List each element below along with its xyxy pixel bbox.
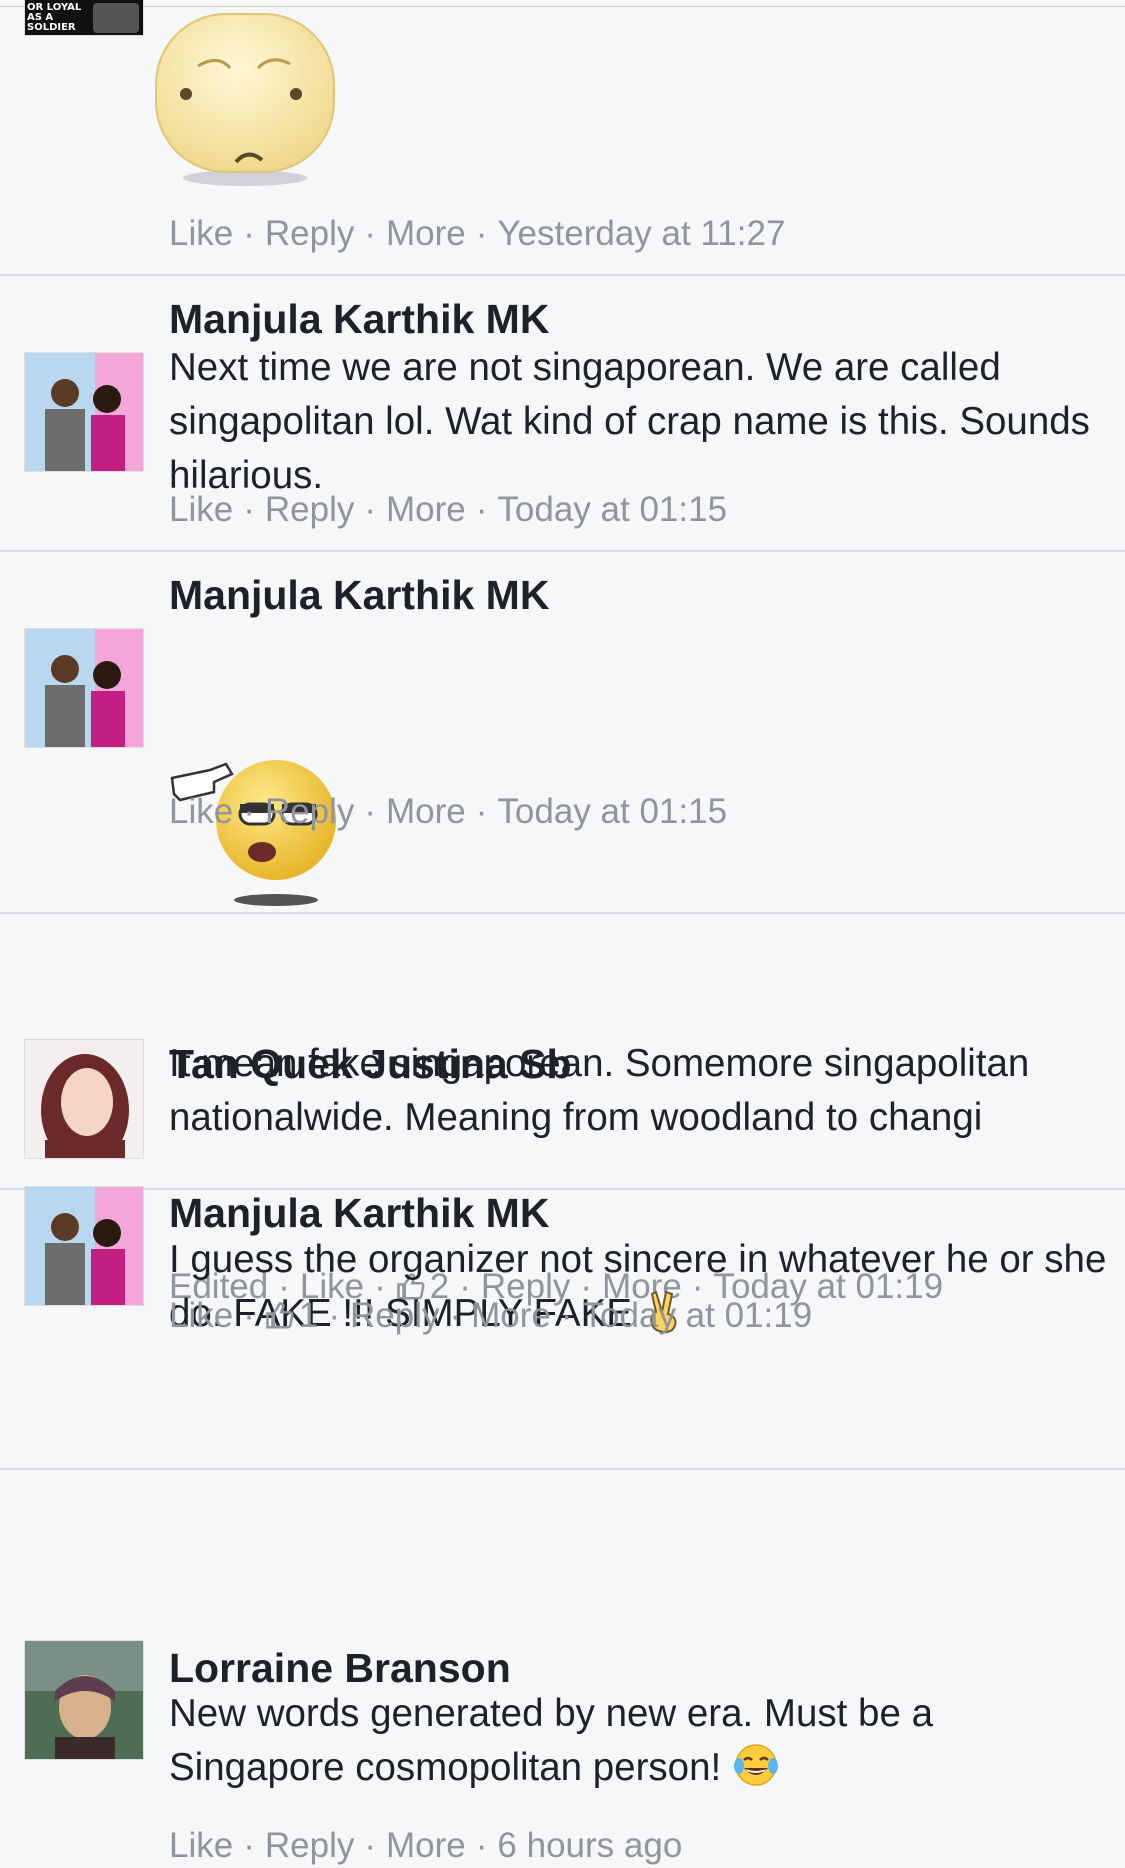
timestamp-link[interactable]: Today at 01:15 — [497, 792, 727, 831]
timestamp-link[interactable]: Today at 01:15 — [497, 490, 727, 529]
thumbs-up-icon — [266, 1302, 294, 1329]
timestamp-link[interactable]: Today at 01:19 — [583, 1296, 813, 1335]
tears-of-joy-emoji — [734, 1744, 779, 1786]
more-link[interactable]: More — [386, 1826, 466, 1865]
commenter-name[interactable]: Manjula Karthik MK — [169, 1188, 549, 1238]
more-link[interactable]: More — [386, 214, 466, 253]
reply-link[interactable]: Reply — [265, 214, 354, 253]
reply-link[interactable]: Reply — [265, 490, 354, 529]
comment-actions: Like · Reply · More · Yesterday at 11:27 — [169, 214, 786, 253]
commenter-name[interactable]: Lorraine Branson — [169, 1643, 511, 1693]
comment-item: Tan Quek Justina Sb It mean fake singapo… — [0, 914, 1125, 1190]
avatar-photo — [25, 353, 143, 471]
comment-text: Next time we are not singaporean. We are… — [169, 346, 1090, 497]
comment-actions: Like · Reply · More · 6 hours ago — [169, 1826, 683, 1865]
like-count[interactable]: 1 — [265, 1296, 318, 1335]
comment-item: Manjula Karthik MK I guess the organizer… — [0, 1186, 1125, 1470]
avatar[interactable]: OR LOYAL AS A SOLDIER — [24, 0, 144, 36]
avatar[interactable] — [24, 1186, 144, 1306]
comment-item: Manjula Karthik MK Next time we are not … — [0, 276, 1125, 552]
timestamp-link[interactable]: 6 hours ago — [497, 1826, 682, 1865]
comment-text: New words generated by new era. Must be … — [169, 1687, 1111, 1795]
reply-link[interactable]: Reply — [265, 792, 354, 831]
comment-text-content: New words generated by new era. Must be … — [169, 1692, 933, 1789]
avatar-photo — [25, 1187, 143, 1305]
avatar[interactable] — [24, 1640, 144, 1760]
like-count-value: 1 — [298, 1296, 319, 1335]
comment-item: Manjula Karthik MK Like · Reply · More · Today… — [0, 552, 1125, 914]
commenter-name[interactable]: Manjula Karthik MK — [169, 570, 549, 620]
avatar[interactable] — [24, 1039, 144, 1159]
avatar-photo — [25, 1641, 143, 1759]
comment-actions: Like · Reply · More · Today at 01:15 — [169, 490, 728, 529]
commenter-name[interactable]: Manjula Karthik MK — [169, 294, 549, 344]
more-link[interactable]: More — [386, 792, 466, 831]
reply-link[interactable]: Reply — [350, 1296, 439, 1335]
comment-text: It mean fake singaporean. Somemore singa… — [169, 1042, 1030, 1139]
avatar[interactable] — [24, 628, 144, 748]
like-link[interactable]: Like — [169, 1296, 233, 1335]
like-link[interactable]: Like — [169, 490, 233, 529]
like-link[interactable]: Like — [169, 214, 233, 253]
avatar-photo — [25, 629, 143, 747]
avatar[interactable] — [24, 352, 144, 472]
comment-item: OR LOYAL AS A SOLDIER Like · Reply · More · Ye… — [0, 0, 1125, 276]
like-link[interactable]: Like — [169, 792, 233, 831]
avatar-caption: OR LOYAL AS A SOLDIER — [27, 2, 82, 33]
more-link[interactable]: More — [471, 1296, 551, 1335]
comment-actions: Like · 1 · Reply · More · Today at 01:19 — [169, 1296, 813, 1335]
worried-face-sticker — [155, 13, 335, 186]
avatar-photo — [25, 1040, 143, 1158]
like-link[interactable]: Like — [169, 1826, 233, 1865]
timestamp-link[interactable]: Yesterday at 11:27 — [497, 214, 785, 253]
more-link[interactable]: More — [386, 490, 466, 529]
comment-actions: Like · Reply · More · Today at 01:15 — [169, 792, 728, 831]
reply-link[interactable]: Reply — [265, 1826, 354, 1865]
